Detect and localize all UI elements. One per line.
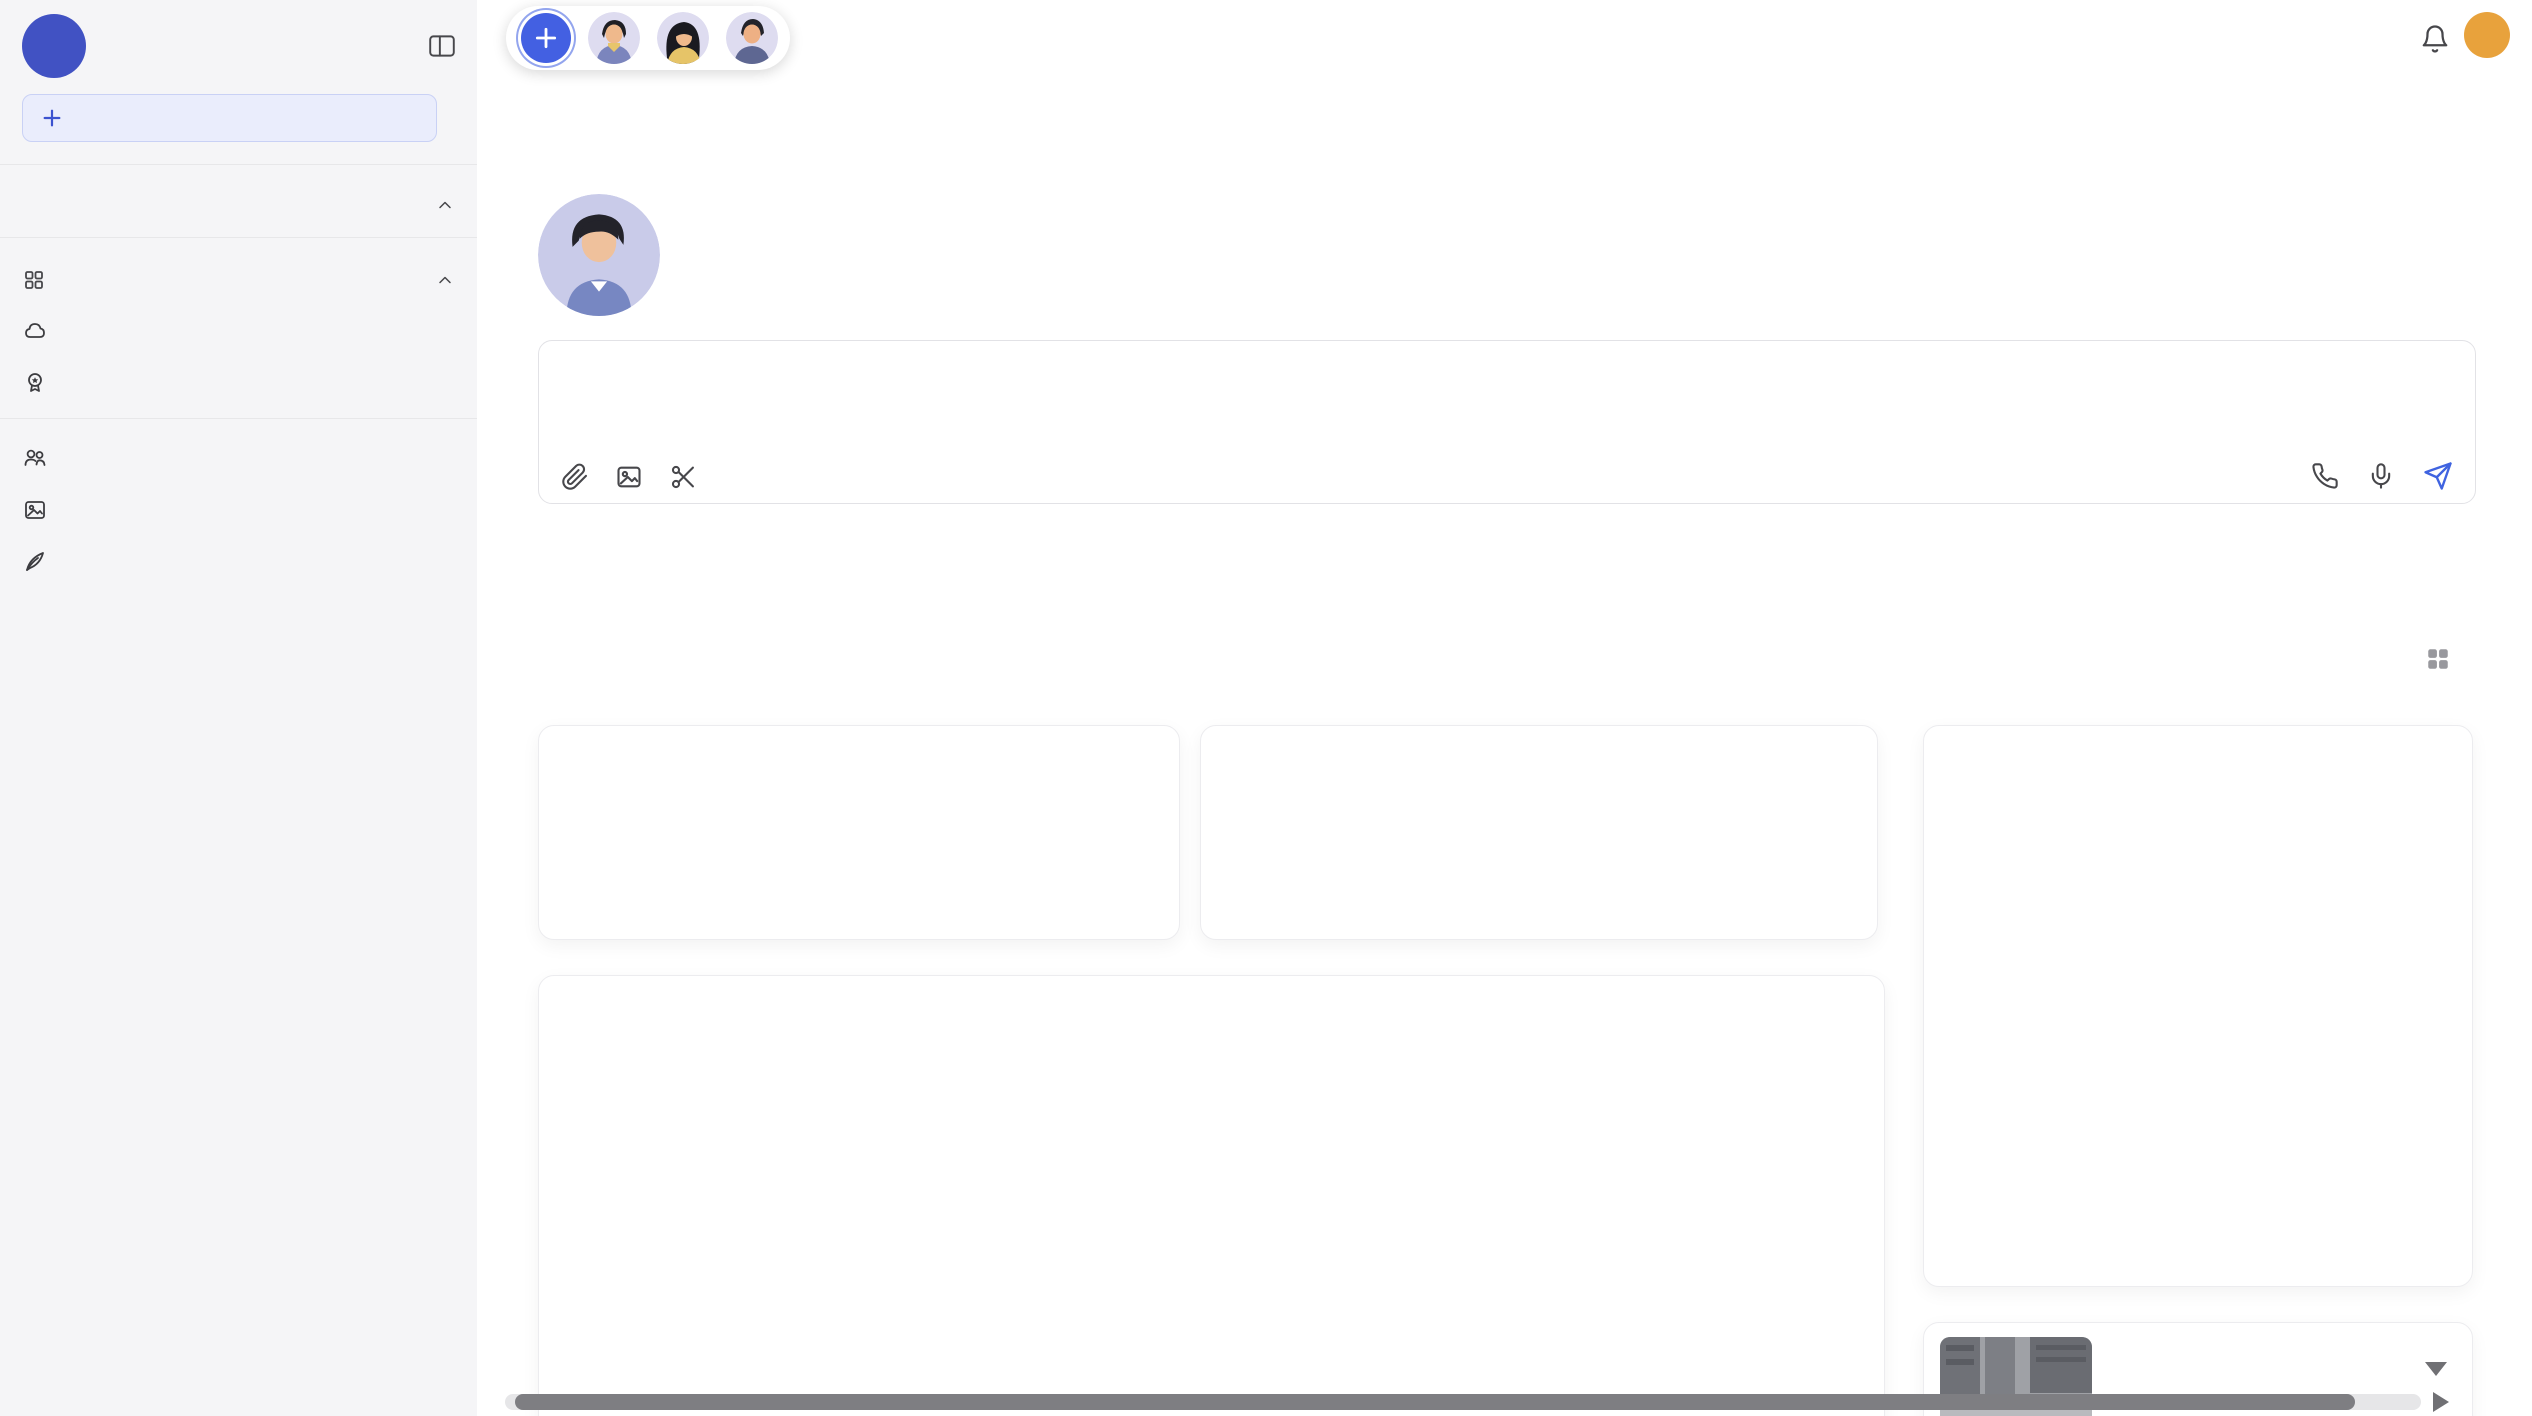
- sidebar: [0, 0, 477, 1416]
- scissors-icon[interactable]: [669, 463, 697, 491]
- project-rows: [539, 976, 1884, 1416]
- avatar[interactable]: [657, 12, 709, 64]
- new-chat-button[interactable]: [22, 94, 437, 142]
- my-apps-section: [22, 268, 455, 292]
- plus-icon: [533, 25, 559, 51]
- scroll-right-arrow[interactable]: [2433, 1392, 2449, 1412]
- divider: [0, 418, 477, 419]
- send-icon[interactable]: [2423, 461, 2453, 491]
- sidebar-item-creative-drawing[interactable]: [22, 549, 455, 575]
- sidebar-item-cloud-space[interactable]: [22, 318, 455, 344]
- schedule-card: [1923, 725, 2473, 1287]
- horizontal-scrollbar-thumb[interactable]: [515, 1394, 2355, 1410]
- layout-grid-icon[interactable]: [2425, 646, 2451, 672]
- scroll-down-arrow[interactable]: [2425, 1362, 2447, 1376]
- divider: [0, 237, 477, 238]
- people-icon: [22, 445, 48, 471]
- task-progress-card: [538, 725, 1180, 940]
- chevron-up-icon: [435, 270, 455, 290]
- composer-left-tools: [561, 463, 697, 491]
- add-session-button[interactable]: [521, 13, 571, 63]
- cloud-icon: [22, 318, 48, 344]
- image-icon[interactable]: [615, 463, 643, 491]
- plus-icon: [41, 107, 63, 129]
- user-avatar[interactable]: [2464, 12, 2510, 58]
- sidebar-item-ai-super-staff[interactable]: [22, 445, 455, 471]
- paperclip-icon[interactable]: [561, 463, 589, 491]
- sidebar-item-help-me-write[interactable]: [22, 497, 455, 523]
- sidebar-item-favorites[interactable]: [22, 370, 455, 396]
- phone-icon[interactable]: [2311, 462, 2339, 490]
- image-icon: [22, 497, 48, 523]
- my-apps-header[interactable]: [22, 268, 455, 292]
- avatar[interactable]: [588, 12, 640, 64]
- app-logo: [22, 14, 86, 78]
- my-reviews-card: [1200, 725, 1878, 940]
- bell-icon[interactable]: [2420, 24, 2450, 54]
- main-content: [477, 0, 2532, 1416]
- badge-icon: [22, 370, 48, 396]
- sidebar-scroll: [0, 164, 477, 595]
- composer-right-tools: [2311, 461, 2453, 491]
- divider: [0, 164, 477, 165]
- chevron-up-icon: [435, 195, 455, 215]
- microphone-icon[interactable]: [2367, 462, 2395, 490]
- session-pill: [506, 6, 790, 70]
- collapse-sidebar-icon[interactable]: [427, 31, 457, 61]
- project-dashboard-card: [538, 975, 1885, 1416]
- assistant-avatar: [538, 194, 660, 316]
- sidebar-header: [0, 0, 477, 78]
- message-input[interactable]: [538, 340, 2476, 504]
- horizontal-scrollbar-track[interactable]: [505, 1394, 2421, 1410]
- apps-grid-icon: [22, 268, 46, 292]
- app-window: [0, 0, 2532, 1416]
- recent-chats-section: [22, 195, 455, 215]
- recent-chats-header[interactable]: [22, 195, 455, 215]
- pen-icon: [22, 549, 48, 575]
- avatar[interactable]: [726, 12, 778, 64]
